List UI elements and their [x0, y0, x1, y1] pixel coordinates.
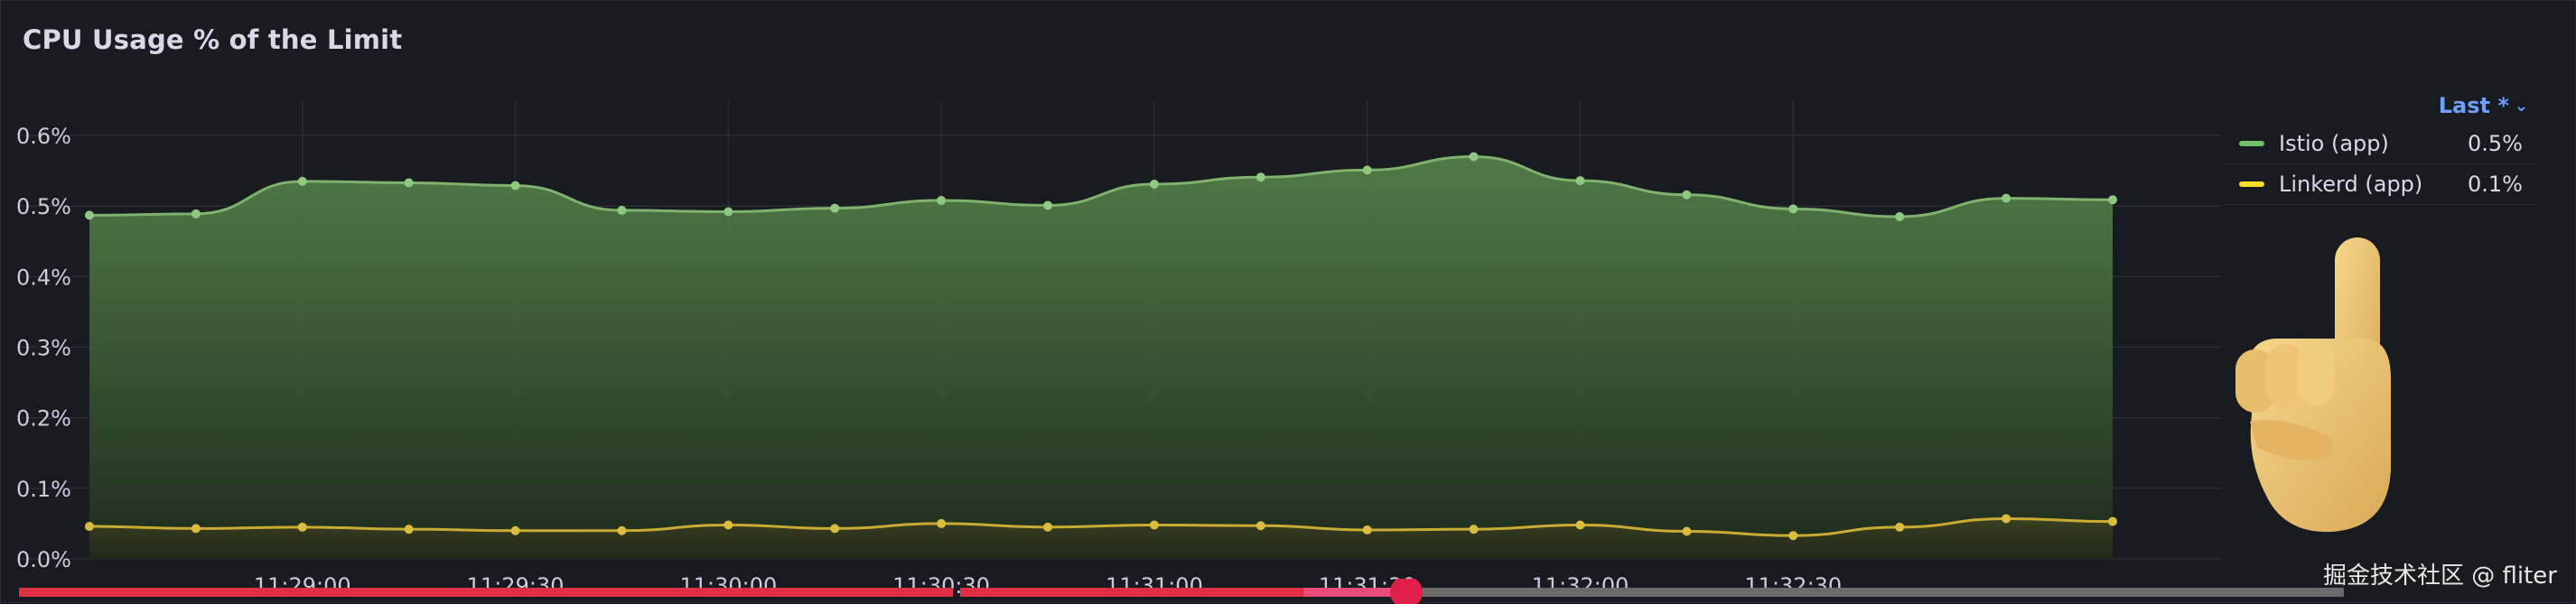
cpu-usage-chart: 0.0%0.1%0.2%0.3%0.4%0.5%0.6% 11:29:00 11:…	[16, 100, 2221, 599]
point-linkerd	[1895, 522, 1905, 532]
series-areas	[89, 156, 2113, 559]
legend-item-value: 0.5%	[2468, 131, 2523, 156]
legend-sort-header[interactable]: Last * ⌄	[2225, 88, 2537, 124]
point-linkerd	[2108, 516, 2117, 526]
point-istio	[937, 195, 947, 205]
legend-item-name: Linkerd (app)	[2279, 172, 2423, 197]
point-linkerd	[1575, 520, 1585, 530]
point-istio	[1895, 211, 1905, 221]
legend-header-label: Last *	[2438, 93, 2509, 118]
point-istio	[404, 178, 414, 188]
point-istio	[830, 203, 840, 213]
point-linkerd	[723, 520, 733, 530]
point-istio	[510, 181, 520, 190]
legend-item-value: 0.1%	[2468, 172, 2523, 197]
y-tick-label: 0.0%	[16, 547, 71, 572]
point-linkerd	[510, 525, 520, 535]
point-istio	[2108, 195, 2117, 205]
y-axis: 0.0% 0.1% 0.2% 0.3% 0.4% 0.5% 0.6%	[16, 124, 71, 572]
point-istio	[2002, 193, 2011, 203]
y-tick-label: 0.1%	[16, 477, 71, 502]
point-linkerd	[404, 525, 414, 534]
legend-item-linkerd[interactable]: Linkerd (app) 0.1%	[2225, 164, 2537, 205]
timeseries-panel: CPU Usage % of the Limit 0.0% 0.1% 0.2% 0.3…	[0, 0, 2576, 604]
point-istio	[1255, 172, 1265, 182]
point-linkerd	[1149, 520, 1159, 530]
point-linkerd	[2002, 514, 2011, 524]
y-tick-label: 0.5%	[16, 194, 71, 219]
y-tick-label: 0.3%	[16, 336, 71, 361]
legend-item-istio[interactable]: Istio (app) 0.5%	[2225, 124, 2537, 164]
point-linkerd	[1362, 525, 1372, 534]
point-istio	[1575, 176, 1585, 186]
point-istio	[1788, 204, 1798, 214]
point-istio	[617, 205, 627, 215]
area-istio	[89, 156, 2113, 559]
point-linkerd	[1788, 531, 1798, 541]
legend-swatch-istio	[2239, 141, 2264, 146]
point-istio	[1682, 190, 1692, 200]
point-istio	[1043, 200, 1053, 210]
video-progress-bar[interactable]	[1, 579, 2576, 604]
y-tick-label: 0.6%	[16, 124, 71, 149]
point-istio	[191, 209, 201, 218]
point-linkerd	[297, 522, 307, 532]
point-linkerd	[1682, 526, 1692, 536]
point-istio	[1149, 180, 1159, 190]
chevron-down-icon: ⌄	[2514, 96, 2528, 116]
point-linkerd	[191, 524, 201, 534]
point-istio	[1362, 165, 1372, 175]
point-istio	[85, 210, 94, 220]
legend-swatch-linkerd	[2239, 181, 2264, 187]
legend-item-name: Istio (app)	[2279, 131, 2389, 156]
point-linkerd	[1469, 525, 1479, 534]
point-linkerd	[937, 518, 947, 528]
progress-knob	[1390, 579, 1423, 604]
point-linkerd	[1255, 521, 1265, 531]
point-istio	[297, 176, 307, 186]
point-linkerd	[1043, 522, 1053, 532]
point-linkerd	[617, 525, 627, 535]
pointing-up-hand-icon	[2235, 237, 2391, 533]
y-tick-label: 0.4%	[16, 265, 71, 290]
legend: Last * ⌄ Istio (app) 0.5% Linkerd (app) …	[2225, 88, 2537, 205]
point-linkerd	[830, 524, 840, 534]
y-tick-label: 0.2%	[16, 406, 71, 432]
point-linkerd	[85, 522, 94, 532]
point-istio	[1469, 152, 1479, 162]
point-istio	[723, 207, 733, 217]
